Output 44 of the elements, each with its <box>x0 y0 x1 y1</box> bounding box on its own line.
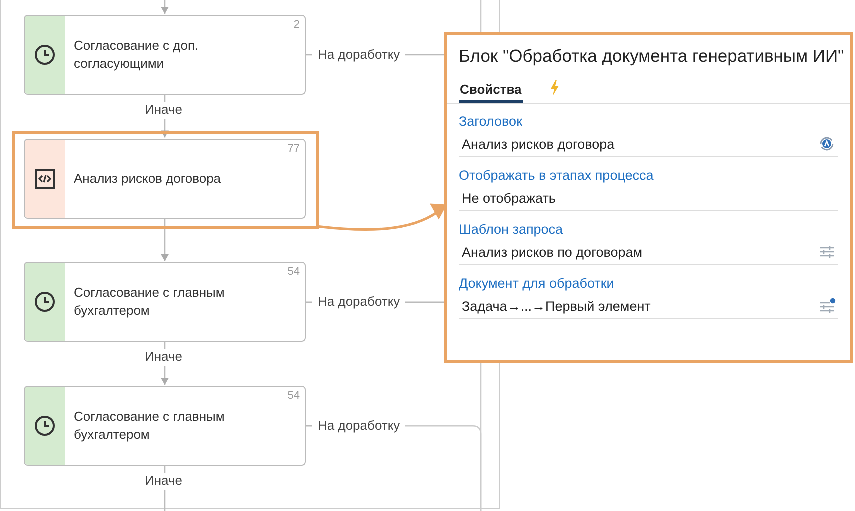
lightning-icon <box>550 80 560 96</box>
node-number: 2 <box>294 19 300 31</box>
code-icon <box>34 168 56 190</box>
sliders-icon[interactable] <box>818 297 836 315</box>
field-value: Анализ рисков по договорам <box>462 244 643 260</box>
node-title: Анализ рисков договора <box>74 170 222 188</box>
node-number: 77 <box>288 142 300 155</box>
process-node[interactable]: Согласование с доп. согласующими 2 <box>24 15 306 95</box>
properties-tab[interactable]: Свойства <box>459 73 523 103</box>
field-label: Отображать в этапах процесса <box>459 168 655 183</box>
node-title: Согласование с главным бухгалтером <box>74 284 226 320</box>
process-node[interactable]: Анализ рисков договора 77 <box>24 138 306 219</box>
clock-icon <box>34 44 56 66</box>
connector-line <box>164 490 166 511</box>
auto-icon[interactable] <box>818 135 836 153</box>
clock-icon <box>34 291 56 314</box>
connector-line <box>161 218 169 262</box>
clock-icon <box>34 415 56 438</box>
connector-line <box>306 425 312 427</box>
sliders-icon[interactable] <box>818 243 836 261</box>
panel-title: Блок "Обработка документа генеративным ИИ" <box>459 46 846 67</box>
node-title: Согласование с доп. согласующими <box>74 37 200 73</box>
connector-line <box>405 302 444 304</box>
field-value: Анализ рисков договора <box>462 136 615 152</box>
field-label: Документ для обработки <box>459 276 616 291</box>
field-label: Заголовок <box>459 114 524 129</box>
connector-line <box>161 366 169 386</box>
connector-line <box>161 0 169 14</box>
field-value: Задача→...→Первый элемент <box>462 298 651 314</box>
input-field[interactable]: Анализ рисков договора <box>459 132 838 157</box>
input-field[interactable]: Задача→...→Первый элемент <box>459 294 838 319</box>
node-number: 54 <box>288 390 300 402</box>
connector-line <box>405 54 444 56</box>
node-number: 54 <box>288 266 300 278</box>
field-value: Не отображать <box>462 190 556 206</box>
branch-label: На доработку <box>318 418 400 434</box>
input-field[interactable]: Анализ рисков по договорам <box>459 240 838 265</box>
node-title: Согласование с главным бухгалтером <box>74 408 226 444</box>
input-field[interactable]: Не отображать <box>459 186 838 211</box>
process-node[interactable]: Согласование с главным бухгалтером 54 <box>24 262 306 342</box>
field-label: Шаблон запроса <box>459 222 564 237</box>
process-node[interactable]: Согласование с главным бухгалтером 54 <box>24 386 306 466</box>
branch-label: На доработку <box>318 47 400 63</box>
branch-label: На доработку <box>318 294 400 310</box>
